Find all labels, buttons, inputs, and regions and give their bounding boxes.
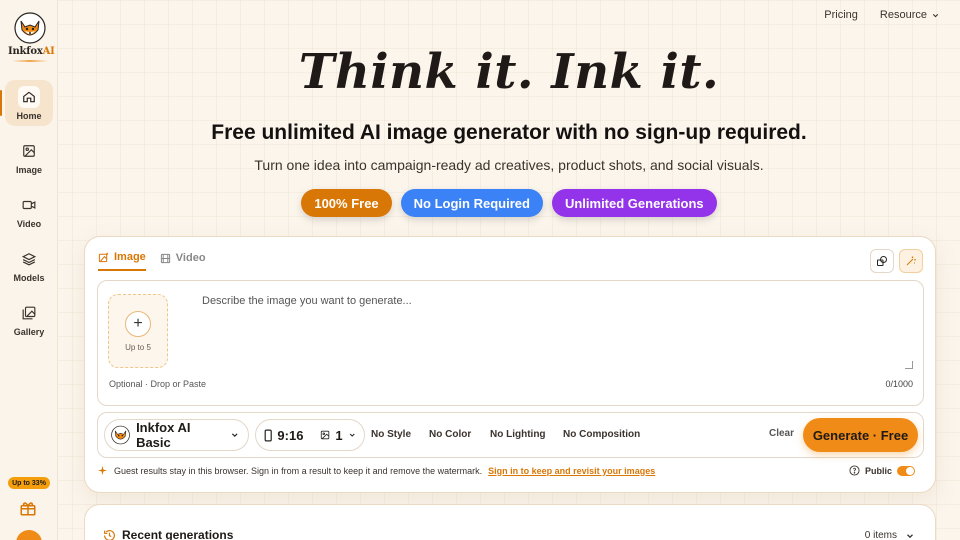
sidebar-item-label: Video: [16, 218, 42, 229]
ratio-count-select[interactable]: 9:16 1: [255, 419, 365, 451]
shapes-icon: [877, 256, 887, 266]
chevron-down-icon: [349, 433, 355, 437]
image-icon: [18, 140, 40, 162]
card-actions: [870, 249, 923, 273]
sidebar-item-label: Gallery: [13, 326, 45, 337]
generation-controls: Inkfox AI Basic 9:16 1 No Style No Color…: [97, 412, 924, 458]
recent-count[interactable]: 0 items: [865, 530, 915, 540]
guest-note: Guest results stay in this browser. Sign…: [97, 465, 655, 476]
promo-badge[interactable]: Up to 33%: [8, 477, 50, 489]
hero-subtitle: Free unlimited AI image generator with n…: [211, 121, 807, 144]
brand-logo[interactable]: InkfoxAI: [8, 12, 55, 62]
top-nav: Pricing Resource: [824, 9, 940, 21]
tab-image[interactable]: Image: [98, 251, 146, 271]
help-icon[interactable]: [849, 465, 860, 476]
clear-button[interactable]: Clear: [769, 428, 794, 439]
chevron-down-icon: [907, 533, 913, 538]
phone-portrait-icon: [264, 428, 272, 442]
chevron-down-icon: [232, 433, 239, 438]
recent-title: Recent generations: [103, 528, 233, 540]
image-count: 1: [335, 427, 343, 443]
sidebar-item-label: Home: [16, 110, 42, 121]
film-icon: [160, 253, 170, 263]
video-icon: [18, 194, 40, 216]
sign-in-link[interactable]: Sign in to keep and revisit your images: [488, 466, 655, 476]
sidebar-item-models[interactable]: Models: [5, 242, 53, 288]
sidebar-item-gallery[interactable]: Gallery: [5, 296, 53, 342]
pill-unlimited: Unlimited Generations: [551, 189, 717, 217]
chevron-down-icon: [932, 13, 939, 17]
sidebar-item-video[interactable]: Video: [5, 188, 53, 234]
public-toggle-group: Public: [849, 465, 915, 476]
upload-limit: Up to 5: [125, 342, 151, 352]
drop-hint: Optional · Drop or Paste: [109, 379, 207, 389]
image-sparkle-icon: [98, 252, 109, 262]
gallery-icon: [18, 302, 40, 324]
sidebar: InkfoxAI Home Image Video Models Gallery…: [0, 0, 58, 540]
gift-icon[interactable]: [19, 499, 37, 522]
magic-wand-button[interactable]: [899, 249, 923, 273]
feature-pills: 100% Free No Login Required Unlimited Ge…: [58, 189, 960, 217]
nav-pricing[interactable]: Pricing: [824, 9, 858, 21]
nav-resource[interactable]: Resource: [880, 9, 940, 21]
aspect-ratio: 9:16: [277, 427, 304, 443]
layers-icon: [18, 248, 40, 270]
tab-video[interactable]: Video: [160, 251, 206, 271]
public-label: Public: [864, 465, 892, 476]
fox-logo-icon: [14, 12, 46, 44]
shapes-button[interactable]: [870, 249, 894, 273]
prompt-box: + Up to 5 Optional · Drop or Paste 0/100…: [97, 280, 924, 406]
style-option[interactable]: No Style: [371, 429, 411, 440]
sidebar-item-home[interactable]: Home: [0, 80, 53, 126]
account-button[interactable]: [16, 530, 42, 540]
history-icon: [104, 529, 115, 540]
composition-option[interactable]: No Composition: [563, 429, 640, 440]
public-toggle[interactable]: [897, 465, 915, 476]
generate-button[interactable]: Generate · Free: [803, 418, 918, 452]
home-icon: [18, 85, 40, 108]
sidebar-item-label: Image: [15, 164, 42, 175]
prompt-input[interactable]: [202, 295, 914, 371]
image-count-icon: [321, 430, 330, 440]
lighting-option[interactable]: No Lighting: [490, 429, 546, 440]
magic-wand-icon: [906, 256, 916, 266]
plus-icon: +: [125, 310, 151, 337]
sidebar-item-label: Models: [13, 272, 45, 283]
color-option[interactable]: No Color: [429, 429, 471, 440]
hero-title: Think it. Ink it.: [298, 44, 720, 100]
resize-handle[interactable]: [905, 361, 913, 369]
logo-underline: [12, 60, 48, 62]
generator-card: Image Video + Up to 5 Optional · Drop or…: [84, 236, 936, 493]
char-count: 0/1000: [885, 379, 913, 389]
sparkle-icon: [97, 465, 108, 476]
brand-name: InkfoxAI: [8, 46, 55, 57]
pill-no-login: No Login Required: [400, 189, 543, 217]
recent-generations: Recent generations 0 items: [84, 504, 936, 540]
mode-tabs: Image Video: [98, 251, 206, 271]
pill-free: 100% Free: [301, 189, 392, 217]
model-select[interactable]: Inkfox AI Basic: [104, 419, 249, 451]
hero-description: Turn one idea into campaign-ready ad cre…: [254, 157, 764, 173]
sidebar-item-image[interactable]: Image: [5, 134, 53, 180]
fox-model-icon: [111, 425, 130, 445]
image-upload[interactable]: + Up to 5: [108, 294, 168, 368]
